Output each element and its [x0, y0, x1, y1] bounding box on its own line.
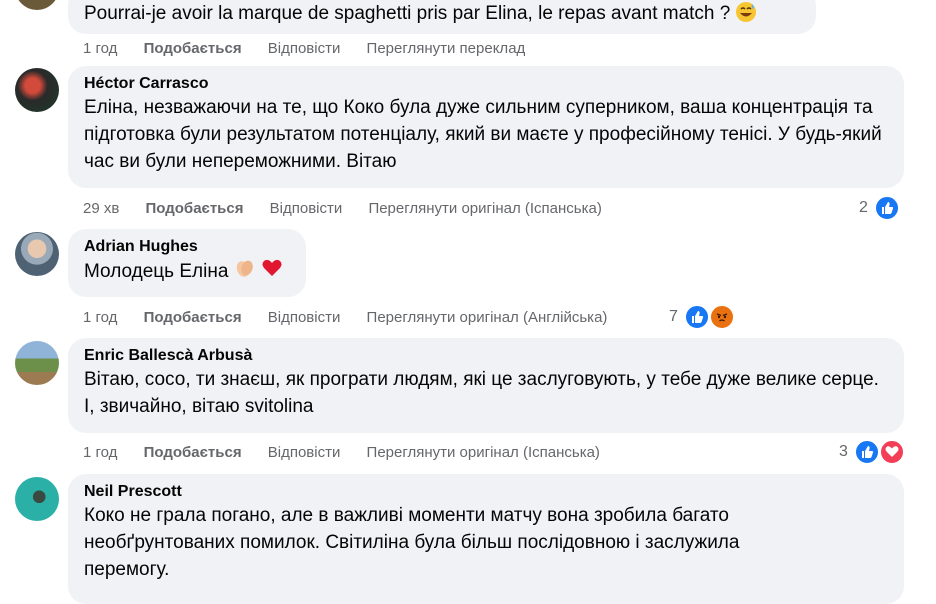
comment-actions: 1 год Подобається Відповісти Переглянути…	[83, 308, 629, 328]
reactions-count: 3	[839, 443, 848, 461]
reactions-count: 2	[859, 199, 868, 217]
comment-text: Еліна, незважаючи на те, що Коко була ду…	[84, 97, 882, 172]
comment-text: Молодець Еліна	[84, 261, 229, 283]
like-button[interactable]: Подобається	[144, 309, 242, 326]
comment-time[interactable]: 1 год	[83, 444, 117, 461]
avatar[interactable]	[15, 477, 59, 521]
red-heart-emoji-icon	[261, 257, 283, 287]
comment-actions: 1 год Подобається Відповісти Переглянути…	[83, 443, 622, 463]
comment-bubble: Héctor Carrasco Еліна, незважаючи на те,…	[68, 66, 904, 188]
see-translation-link[interactable]: Переглянути переклад	[367, 40, 526, 57]
comment-time[interactable]: 1 год	[83, 309, 117, 326]
avatar[interactable]	[15, 0, 59, 10]
reply-button[interactable]: Відповісти	[268, 444, 341, 461]
comment-time[interactable]: 29 хв	[83, 200, 119, 217]
angry-reaction-icon	[708, 304, 735, 330]
reply-button[interactable]: Відповісти	[268, 40, 341, 57]
comment-text: Вітаю, сосо, ти знаєш, як програти людям…	[84, 369, 879, 417]
comment-bubble: Enric Ballescà Arbusà Вітаю, сосо, ти зн…	[68, 338, 904, 433]
see-original-link[interactable]: Переглянути оригінал (Англійська)	[367, 309, 608, 326]
grinning-sweat-emoji-icon	[735, 1, 757, 28]
reply-button[interactable]: Відповісти	[270, 200, 343, 217]
comment-text-line: Молодець Еліна	[84, 257, 290, 287]
like-button[interactable]: Подобається	[146, 200, 244, 217]
reply-button[interactable]: Відповісти	[268, 309, 341, 326]
comment-bubble: Pourrai-je avoir la marque de spaghetti …	[68, 0, 816, 34]
comment-author[interactable]: Neil Prescott	[84, 482, 888, 502]
reactions-summary[interactable]: 3	[839, 439, 905, 465]
comment-bubble: Neil Prescott Коко не грала погано, але …	[68, 474, 904, 604]
like-reaction-icon	[854, 439, 881, 465]
love-reaction-icon	[878, 439, 905, 465]
clapping-hands-emoji-icon	[234, 257, 256, 287]
comment-author[interactable]: Adrian Hughes	[84, 237, 290, 257]
comment-text: Коко не грала погано, але в важливі моме…	[84, 505, 740, 580]
see-original-link[interactable]: Переглянути оригінал (Іспанська)	[367, 444, 600, 461]
like-button[interactable]: Подобається	[144, 444, 242, 461]
reactions-count: 7	[669, 308, 678, 326]
comment-actions: 1 год Подобається Відповісти Переглянути…	[83, 39, 547, 59]
reactions-summary[interactable]: 2	[859, 195, 901, 221]
comment-time[interactable]: 1 год	[83, 40, 117, 57]
comment-author[interactable]: Enric Ballescà Arbusà	[84, 346, 888, 366]
avatar[interactable]	[15, 232, 59, 276]
reactions-summary[interactable]: 7	[669, 304, 735, 330]
comment-author[interactable]: Héctor Carrasco	[84, 74, 888, 94]
avatar[interactable]	[15, 341, 59, 385]
comment-text: Pourrai-je avoir la marque de spaghetti …	[84, 3, 731, 24]
like-button[interactable]: Подобається	[144, 40, 242, 57]
avatar[interactable]	[15, 68, 59, 112]
see-original-link[interactable]: Переглянути оригінал (Іспанська)	[368, 200, 601, 217]
like-reaction-icon	[684, 304, 711, 330]
like-reaction-icon	[874, 195, 901, 221]
comment-actions: 29 хв Подобається Відповісти Переглянути…	[83, 199, 624, 219]
comment-bubble: Adrian Hughes Молодець Еліна	[68, 229, 306, 297]
